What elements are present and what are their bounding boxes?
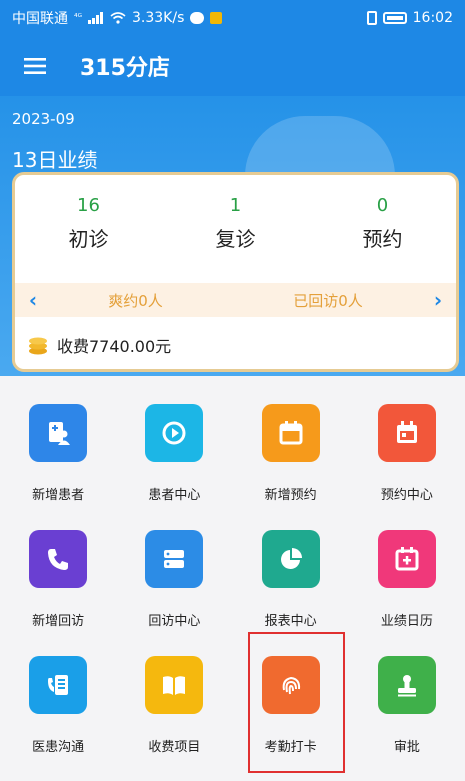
grid-item-add-followup[interactable]: 新增回访 [0, 510, 116, 636]
page-title: 315分店 [80, 56, 170, 81]
grid-item-label: 新增患者 [32, 488, 85, 503]
grid-item-label: 新增预约 [264, 488, 317, 503]
pie-chart-icon [280, 548, 302, 569]
grid-item-label: 患者中心 [148, 488, 201, 503]
stats-row: 16 初诊 1 复诊 0 预约 [15, 195, 456, 252]
grid-item-add-patient[interactable]: 新增患者 [0, 384, 116, 510]
stat-value: 1 [229, 195, 242, 216]
stat-label: 复诊 [215, 227, 256, 251]
tile [29, 656, 88, 714]
grid-item-approval[interactable]: 审批 [349, 636, 465, 762]
stat-label: 初诊 [68, 227, 109, 251]
tile [261, 404, 320, 462]
grid-item-label: 医患沟通 [32, 740, 85, 755]
tile [377, 656, 436, 714]
grid-item-label: 审批 [393, 740, 420, 755]
chevron-left-icon[interactable]: ‹ [23, 288, 43, 312]
app-notification-icon [210, 12, 223, 24]
performance-card: 16 初诊 1 复诊 0 预约 ‹ 爽约0人 已回访0人 › 收费7740.00… [12, 172, 459, 372]
menu-button[interactable] [0, 36, 70, 96]
selection-highlight [248, 632, 345, 773]
tile [377, 404, 436, 462]
phone-book-icon [48, 675, 69, 695]
network-type: ⁴ᴳ [74, 13, 82, 23]
chat-notification-icon [190, 12, 205, 24]
phone-icon [48, 549, 69, 570]
stat-value: 16 [77, 195, 100, 216]
app-bar: 315分店 [0, 36, 465, 96]
calendar-grid-icon [396, 421, 417, 443]
wifi-icon [110, 12, 126, 24]
signal-icon [88, 12, 103, 24]
grid-item-label: 业绩日历 [380, 614, 433, 629]
grid-item-label: 回访中心 [148, 614, 201, 629]
calendar-plus-icon [395, 547, 419, 571]
tile [29, 530, 88, 588]
vibrate-icon [366, 11, 377, 25]
stat-appointment[interactable]: 0 预约 [309, 195, 456, 252]
grid-item-appointment-center[interactable]: 预约中心 [349, 384, 465, 510]
grid-item-doctor-patient-communication[interactable]: 医患沟通 [0, 636, 116, 762]
grid-item-label: 收费项目 [148, 740, 201, 755]
add-patient-icon [49, 422, 71, 445]
status-bar: 中国联通 ⁴ᴳ 3.33K/s 16:02 [0, 0, 465, 36]
calendar-icon [279, 421, 303, 445]
coins-icon [29, 337, 47, 355]
day-performance-title: 13日业绩 [12, 148, 98, 172]
hamburger-icon [24, 58, 46, 74]
tile [145, 404, 204, 462]
grid-item-report-center[interactable]: 报表中心 [233, 510, 349, 636]
stat-label: 预约 [362, 227, 403, 251]
grid-item-add-appointment[interactable]: 新增预约 [233, 384, 349, 510]
play-circle-icon [162, 421, 186, 445]
grid-item-followup-center[interactable]: 回访中心 [116, 510, 232, 636]
battery-icon [382, 12, 407, 24]
tile [145, 656, 204, 714]
stamp-icon [397, 675, 416, 697]
missed-appointments[interactable]: 爽约0人 [108, 290, 163, 311]
feature-grid: 新增患者 患者中心 新增预约 预约中心 新增回访 回访中心 报表中心 业绩日历 … [0, 384, 465, 762]
tile [29, 404, 88, 462]
grid-item-patient-center[interactable]: 患者中心 [116, 384, 232, 510]
grid-item-label: 报表中心 [264, 614, 317, 629]
stat-first-visit[interactable]: 16 初诊 [15, 195, 162, 252]
clock: 16:02 [412, 10, 453, 26]
followup-strip: ‹ 爽约0人 已回访0人 › [15, 283, 456, 317]
book-icon [163, 676, 186, 695]
stat-value: 0 [376, 195, 389, 216]
server-icon [164, 550, 185, 568]
tile [261, 530, 320, 588]
stat-return-visit[interactable]: 1 复诊 [162, 195, 309, 252]
tile [145, 530, 204, 588]
grid-item-label: 预约中心 [380, 488, 433, 503]
revisited-count[interactable]: 已回访0人 [293, 290, 363, 311]
grid-item-fee-items[interactable]: 收费项目 [116, 636, 232, 762]
carrier-text: 中国联通 [12, 11, 68, 27]
grid-item-label: 新增回访 [32, 614, 85, 629]
chevron-right-icon[interactable]: › [428, 288, 448, 312]
fee-summary: 收费7740.00元 [27, 333, 171, 357]
grid-item-performance-calendar[interactable]: 业绩日历 [349, 510, 465, 636]
month-label: 2023-09 [12, 110, 75, 128]
network-speed: 3.33K/s [132, 10, 185, 26]
fee-text: 收费7740.00元 [57, 337, 172, 356]
tile [377, 530, 436, 588]
